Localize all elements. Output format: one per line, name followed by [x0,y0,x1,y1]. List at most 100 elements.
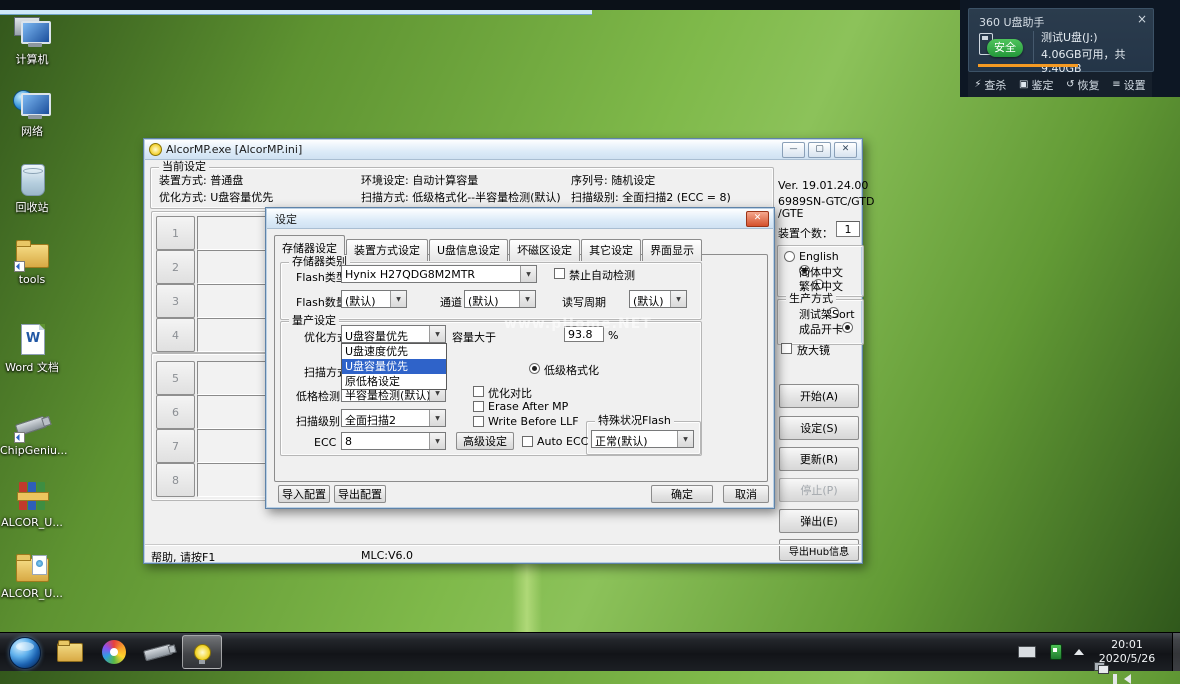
tab-device-mode-settings[interactable]: 装置方式设定 [346,239,428,261]
desktop-icon-label: 网络 [0,123,64,139]
alcormp-app-icon [149,143,162,156]
dropdown-arrow-icon[interactable] [519,291,535,307]
dropdown-arrow-icon[interactable] [520,266,536,282]
desktop-icon-word-doc[interactable]: W Word 文档 [0,323,64,375]
dialog-close-icon[interactable] [746,211,769,227]
slot-button-5[interactable]: 5 [156,361,195,395]
badge-icon: ▣ [1019,79,1028,90]
computer-icon [12,15,52,49]
flash-count-combo[interactable]: (默认) [341,290,407,308]
desktop: { "desktop": { "icons": [ {"label": "计算机… [0,0,1180,670]
show-desktop-button[interactable] [1172,633,1180,671]
import-config-button[interactable]: 导入配置 [278,485,330,503]
dropdown-option-speed[interactable]: U盘速度优先 [342,344,446,359]
dropdown-arrow-icon[interactable] [390,291,406,307]
special-flash-combo[interactable]: 正常(默认) [591,430,694,448]
version-text: Ver. 19.01.24.00 [778,179,868,192]
tray-show-hidden-icons[interactable] [1074,649,1084,655]
slot-button-7[interactable]: 7 [156,429,195,463]
cancel-button[interactable]: 取消 [723,485,769,503]
hidden-top-window-edge[interactable] [0,10,592,15]
dropdown-option-original-llf[interactable]: 原低格设定 [342,374,446,389]
ok-button[interactable]: 确定 [651,485,713,503]
magnifier-checkbox[interactable] [781,343,792,354]
desktop-icon-computer[interactable]: 计算机 [0,15,64,67]
optimize-mode-combo[interactable]: U盘容量优先 [341,325,446,343]
current-device-mode: 装置方式: 普通盘 [159,172,243,188]
start-button[interactable]: 开始(A) [779,384,859,408]
scan-button[interactable]: ⚡查杀 [974,77,1006,93]
dropdown-arrow-icon[interactable] [670,291,686,307]
desktop-icon-recycle-bin[interactable]: 回收站 [0,163,64,215]
no-autodetect-checkbox[interactable] [554,268,565,279]
flash-type-combo[interactable]: Hynix H27QDG8M2MTR [341,265,537,283]
desktop-icon-tools[interactable]: tools [0,237,64,286]
slot-button-4[interactable]: 4 [156,318,195,352]
tab-bad-sector-settings[interactable]: 坏磁区设定 [509,239,580,261]
minimize-icon[interactable] [782,142,805,158]
tray-safely-remove-icon[interactable] [1050,644,1062,660]
set-button[interactable]: 设定(S) [779,416,859,440]
desktop-icon-network[interactable]: 网络 [0,87,64,139]
slot-button-3[interactable]: 3 [156,284,195,318]
scan-level-combo[interactable]: 全面扫描2 [341,409,446,427]
export-config-button[interactable]: 导出配置 [334,485,386,503]
no-autodetect-label: 禁止自动检测 [569,267,635,283]
taskbar-alcormp-button[interactable] [182,635,222,669]
alcormp-titlebar[interactable]: AlcorMP.exe [AlcorMP.ini] [145,140,861,160]
ecc-label: ECC [314,436,336,449]
ecc-combo[interactable]: 8 [341,432,446,450]
export-hub-button[interactable]: 导出Hub信息 [779,539,859,561]
tab-other-settings[interactable]: 其它设定 [581,239,641,261]
taskbar-explorer-button[interactable] [50,635,90,669]
close-icon[interactable] [834,142,857,158]
dropdown-arrow-icon[interactable] [429,433,445,449]
settings-dialog-titlebar[interactable]: 设定 [267,209,773,229]
update-button[interactable]: 更新(R) [779,447,859,471]
desktop-icon-alcor-folder[interactable]: ALCOR_U... [0,551,64,600]
slot-button-1[interactable]: 1 [156,216,195,250]
dropdown-arrow-icon[interactable] [429,326,445,342]
eject-button[interactable]: 弹出(E) [779,509,859,533]
dropdown-arrow-icon[interactable] [429,410,445,426]
lightning-icon: ⚡ [974,79,981,90]
slot-button-8[interactable]: 8 [156,463,195,497]
dropdown-arrow-icon[interactable] [677,431,693,447]
optimize-compare-label: 优化对比 [488,385,532,401]
tray-keyboard-icon[interactable] [1018,646,1036,658]
radio-english[interactable] [784,251,795,262]
optimize-mode-dropdown-list: U盘速度优先 U盘容量优先 原低格设定 [341,343,447,390]
slot-button-6[interactable]: 6 [156,395,195,429]
maximize-icon[interactable] [808,142,831,158]
erase-after-mp-checkbox[interactable] [473,401,484,412]
statusbar-divider [145,544,861,545]
llf-radio[interactable] [529,363,540,374]
restore-button[interactable]: ↺恢复 [1066,77,1099,93]
desktop-icon-chipgenius[interactable]: ChipGeniu... [0,408,64,457]
usb-helper-close-icon[interactable]: × [1137,12,1147,26]
special-flash-legend: 特殊状况Flash [595,414,674,428]
taskbar-chipgenius-button[interactable] [138,635,178,669]
settings-button[interactable]: ≡设置 [1112,77,1145,93]
dropdown-option-capacity[interactable]: U盘容量优先 [342,359,446,374]
tray-volume-icon[interactable] [1124,674,1131,684]
tray-clock[interactable]: 20:01 2020/5/26 [1092,638,1162,666]
tab-ui-display[interactable]: 界面显示 [642,239,702,261]
auto-ecc-checkbox[interactable] [522,436,533,447]
word-document-icon: W [12,323,52,357]
taskbar-browser-button[interactable] [94,635,134,669]
start-button[interactable] [9,637,41,669]
slot-button-2[interactable]: 2 [156,250,195,284]
usb-helper-panel: 360 U盘助手 × 安全 测试U盘(J:) 4.06GB可用，共9.40GB … [960,0,1180,97]
desktop-icon-alcor-rar[interactable]: ALCOR_U... [0,480,64,529]
write-before-llf-checkbox[interactable] [473,416,484,427]
rw-cycle-combo[interactable]: (默认) [629,290,687,308]
tab-usb-info-settings[interactable]: U盘信息设定 [429,239,508,261]
radio-finished-product[interactable] [842,322,853,333]
advanced-settings-button[interactable]: 高级设定 [456,432,514,450]
optimize-compare-checkbox[interactable] [473,386,484,397]
channel-combo[interactable]: (默认) [464,290,536,308]
device-count-value[interactable]: 1 [836,221,860,237]
restore-arrow-icon: ↺ [1066,79,1074,90]
appraise-button[interactable]: ▣鉴定 [1019,77,1053,93]
